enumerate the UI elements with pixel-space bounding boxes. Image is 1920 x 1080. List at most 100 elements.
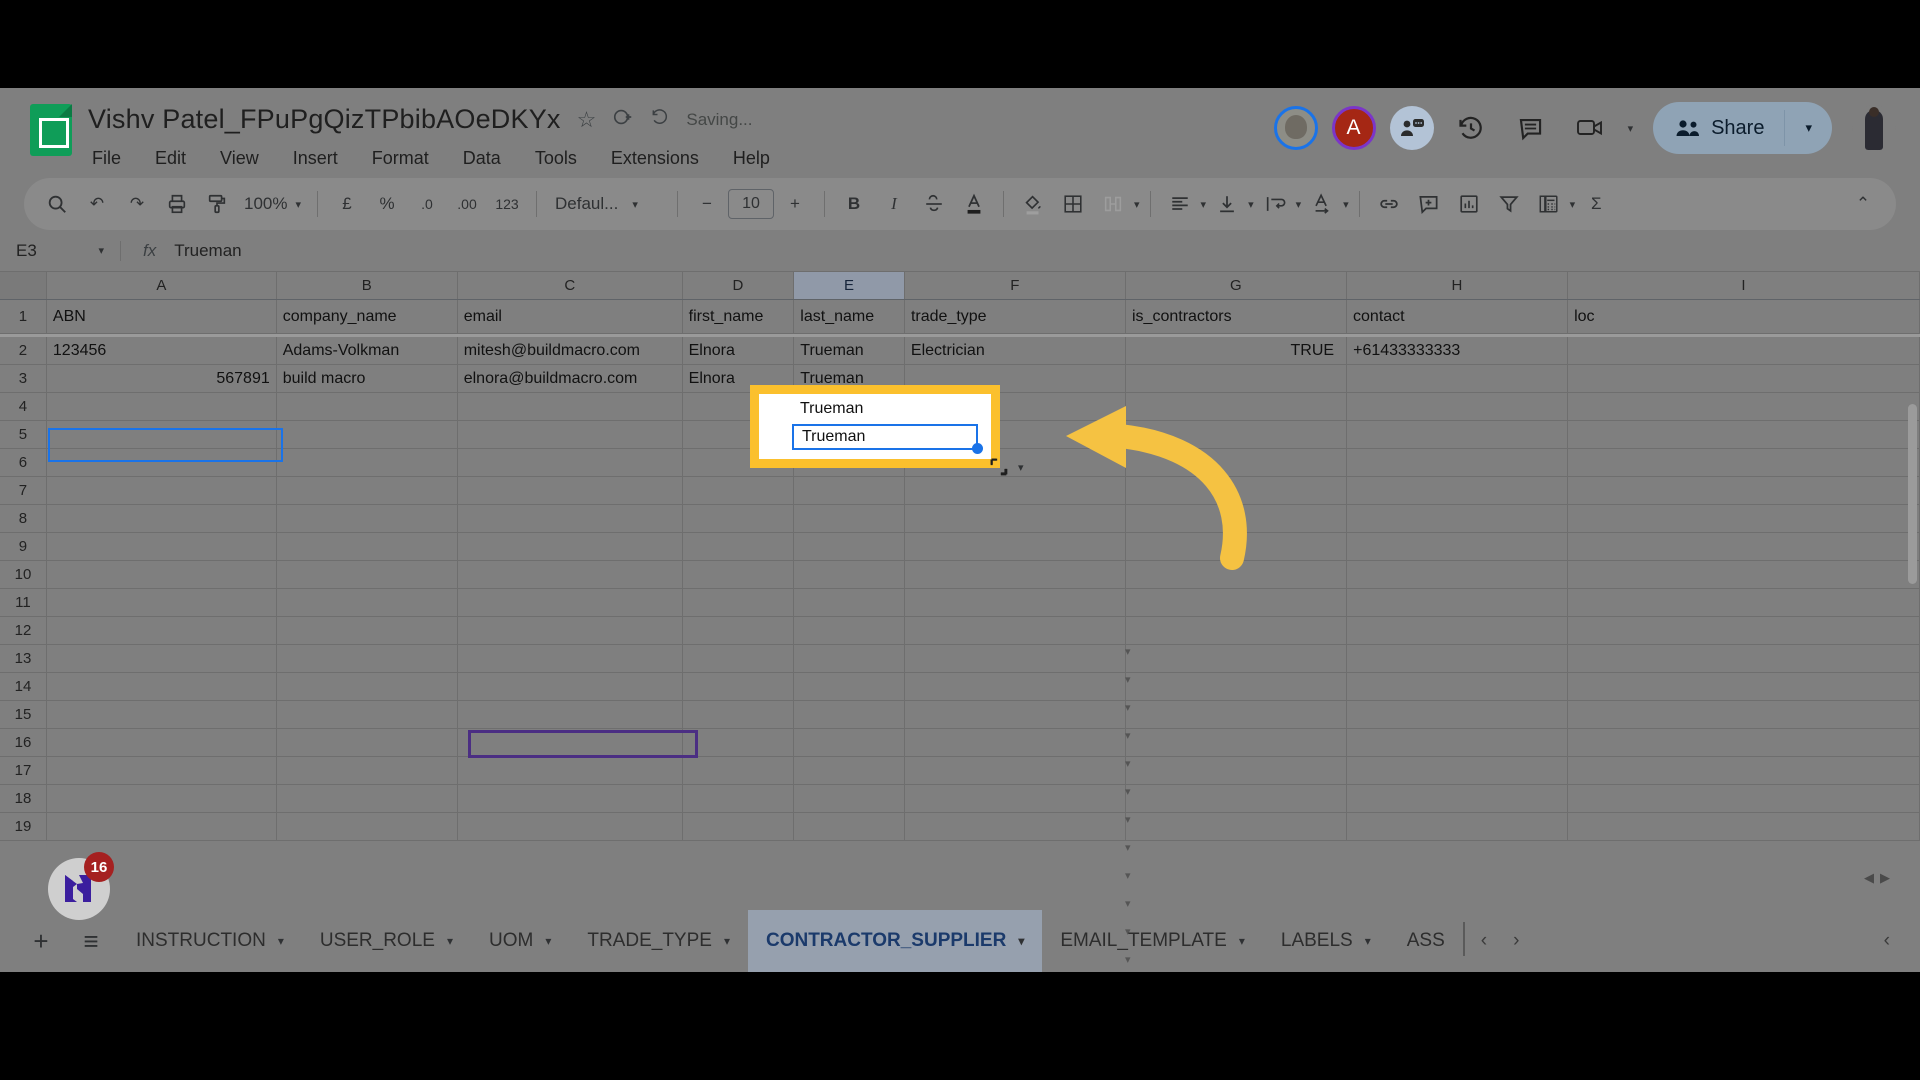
cell-h11[interactable]: [1347, 589, 1569, 617]
row-header-15[interactable]: 15: [0, 701, 47, 729]
cell-h9[interactable]: [1347, 533, 1569, 561]
present-icon[interactable]: [1389, 106, 1434, 150]
cell-b2[interactable]: Adams-Volkman: [276, 337, 458, 365]
paint-format-icon[interactable]: [198, 185, 236, 223]
user-avatar[interactable]: [1852, 105, 1896, 151]
cell-e9[interactable]: [794, 533, 905, 561]
cell-i14[interactable]: [1568, 673, 1920, 701]
select-all-corner[interactable]: [0, 272, 47, 299]
prev-sheet-icon[interactable]: ‹: [1481, 930, 1487, 952]
data-validation-caret-icon[interactable]: ▾: [1125, 785, 1131, 798]
data-validation-caret-icon[interactable]: ▾: [1125, 729, 1131, 742]
decrease-font-size-button[interactable]: −: [688, 185, 726, 223]
cell-e7[interactable]: [794, 477, 905, 505]
menu-insert[interactable]: Insert: [289, 146, 342, 171]
filter-button[interactable]: [1490, 185, 1528, 223]
cell-c9[interactable]: [457, 533, 683, 561]
cell-b6[interactable]: [276, 449, 458, 477]
row-header-13[interactable]: 13: [0, 645, 47, 673]
insert-chart-button[interactable]: [1450, 185, 1488, 223]
column-header-a[interactable]: A: [47, 272, 277, 299]
horizontal-scroll-arrows[interactable]: ◀ ▶: [1864, 870, 1890, 886]
cell-a17[interactable]: [46, 757, 277, 785]
cell-g3[interactable]: [1126, 365, 1348, 393]
sheet-tab-trade_type[interactable]: TRADE_TYPE ▾: [569, 910, 748, 972]
cell-f13[interactable]: [904, 645, 1126, 673]
collaborator-avatar-photo[interactable]: [1273, 106, 1318, 150]
insert-comment-button[interactable]: [1410, 185, 1448, 223]
cell-a2[interactable]: 123456: [46, 337, 277, 365]
cell-h1[interactable]: contact: [1347, 300, 1569, 334]
functions-caret-icon[interactable]: ▾: [1570, 198, 1576, 211]
cell-b19[interactable]: [276, 813, 458, 841]
cell-g1[interactable]: is_contractors: [1126, 300, 1348, 334]
percent-format-button[interactable]: %: [368, 185, 406, 223]
fill-handle[interactable]: [972, 443, 983, 454]
cell-d15[interactable]: [682, 701, 795, 729]
horizontal-align-button[interactable]: [1161, 185, 1199, 223]
cell-a7[interactable]: [46, 477, 277, 505]
italic-button[interactable]: I: [875, 185, 913, 223]
column-header-f[interactable]: F: [905, 272, 1126, 299]
collapse-tabs-icon[interactable]: ‹: [1884, 930, 1890, 952]
cell-h12[interactable]: [1347, 617, 1569, 645]
sheet-tab-uom[interactable]: UOM ▾: [471, 910, 569, 972]
cell-b3[interactable]: build macro: [276, 365, 458, 393]
meet-caret-icon[interactable]: ▾: [1628, 122, 1634, 135]
cell-h16[interactable]: [1347, 729, 1569, 757]
widget-logo[interactable]: 16: [48, 852, 114, 920]
cell-g4[interactable]: [1126, 393, 1348, 421]
all-sheets-button[interactable]: ≡: [68, 918, 114, 964]
cell-d12[interactable]: [682, 617, 795, 645]
cell-a1[interactable]: ABN: [46, 300, 277, 334]
cell-c12[interactable]: [457, 617, 683, 645]
cell-a6[interactable]: [46, 449, 277, 477]
scroll-left-icon[interactable]: ◀: [1864, 870, 1874, 886]
cell-d17[interactable]: [682, 757, 795, 785]
cell-g15[interactable]: [1126, 701, 1348, 729]
cell-f7[interactable]: [904, 477, 1126, 505]
cell-g14[interactable]: [1126, 673, 1348, 701]
cell-g5[interactable]: [1126, 421, 1348, 449]
name-box[interactable]: E3 ▾: [0, 241, 120, 261]
cell-f17[interactable]: [904, 757, 1126, 785]
increase-font-size-button[interactable]: +: [776, 185, 814, 223]
cell-b18[interactable]: [276, 785, 458, 813]
cell-i10[interactable]: [1568, 561, 1920, 589]
column-header-b[interactable]: B: [277, 272, 458, 299]
cell-f1[interactable]: trade_type: [904, 300, 1126, 334]
data-validation-caret-icon[interactable]: ▾: [1125, 757, 1131, 770]
cell-i3[interactable]: [1568, 365, 1920, 393]
paste-options-caret-icon[interactable]: ▾: [1018, 461, 1024, 474]
menu-edit[interactable]: Edit: [151, 146, 190, 171]
cell-f14[interactable]: [904, 673, 1126, 701]
vertical-scrollbar[interactable]: [1906, 404, 1918, 824]
cell-b16[interactable]: [276, 729, 458, 757]
cell-f12[interactable]: [904, 617, 1126, 645]
cell-b15[interactable]: [276, 701, 458, 729]
collapse-toolbar-button[interactable]: ⌃: [1844, 185, 1882, 223]
cell-g19[interactable]: [1126, 813, 1348, 841]
redo-icon[interactable]: ↷: [118, 185, 156, 223]
sheet-tab-caret-icon[interactable]: ▾: [724, 934, 730, 948]
cell-c1[interactable]: email: [457, 300, 683, 334]
more-formats-button[interactable]: 123: [488, 185, 526, 223]
print-icon[interactable]: [158, 185, 196, 223]
sheet-tab-user_role[interactable]: USER_ROLE ▾: [302, 910, 471, 972]
cell-i11[interactable]: [1568, 589, 1920, 617]
sheet-tab-caret-icon[interactable]: ▾: [1365, 934, 1371, 948]
cell-f16[interactable]: [904, 729, 1126, 757]
cell-e11[interactable]: [794, 589, 905, 617]
cell-e15[interactable]: [794, 701, 905, 729]
cell-b5[interactable]: [276, 421, 458, 449]
cell-h19[interactable]: [1347, 813, 1569, 841]
cell-i4[interactable]: [1568, 393, 1920, 421]
row-header-16[interactable]: 16: [0, 729, 47, 757]
cell-d2[interactable]: Elnora: [682, 337, 795, 365]
cell-f10[interactable]: [904, 561, 1126, 589]
cell-h4[interactable]: [1347, 393, 1569, 421]
cell-d7[interactable]: [682, 477, 795, 505]
cell-i13[interactable]: [1568, 645, 1920, 673]
sheet-tab-email_template[interactable]: EMAIL_TEMPLATE ▾: [1042, 910, 1263, 972]
share-dropdown-icon[interactable]: ▾: [1785, 120, 1832, 136]
